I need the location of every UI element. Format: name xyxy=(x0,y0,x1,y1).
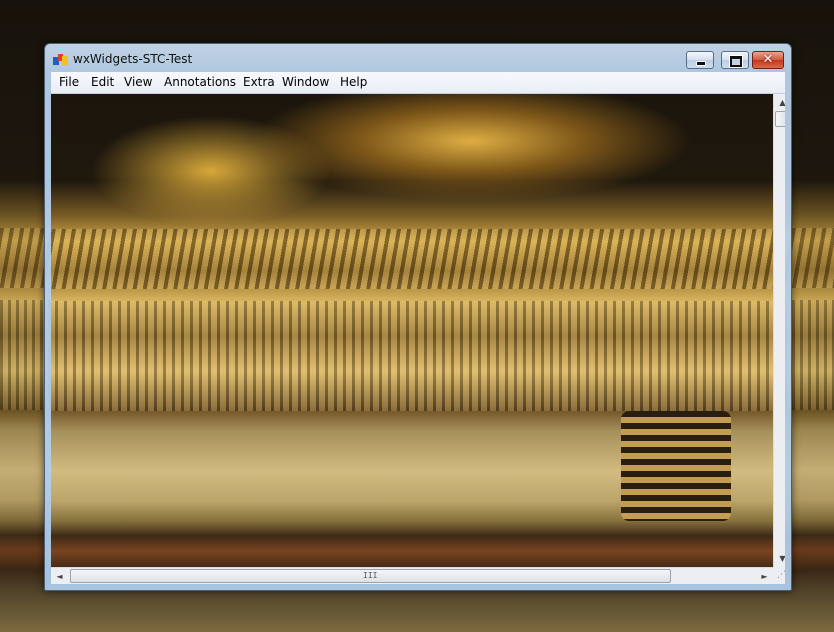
vertical-scrollbar[interactable]: ▲ ▼ xyxy=(773,94,785,567)
maximize-button[interactable] xyxy=(721,51,749,69)
horizontal-scrollbar[interactable]: ◄ III ► xyxy=(51,567,773,584)
minimize-button[interactable] xyxy=(686,51,714,69)
app-window: wxWidgets-STC-Test ✕ File Edit View Anno… xyxy=(44,43,792,591)
menu-view[interactable]: View xyxy=(123,74,153,91)
close-icon: ✕ xyxy=(762,52,774,67)
menu-bar: File Edit View Annotations Extra Window … xyxy=(51,72,785,94)
grip-icon: III xyxy=(363,571,378,580)
scroll-left-icon[interactable]: ◄ xyxy=(51,568,68,584)
size-grip-icon[interactable]: ⋰ xyxy=(773,567,785,584)
app-icon xyxy=(53,54,68,65)
menu-edit[interactable]: Edit xyxy=(90,74,115,91)
horizontal-scroll-thumb[interactable]: III xyxy=(70,569,671,583)
menu-annotations[interactable]: Annotations xyxy=(163,74,237,91)
minimize-icon xyxy=(696,61,706,66)
scroll-down-icon[interactable]: ▼ xyxy=(774,550,785,567)
close-button[interactable]: ✕ xyxy=(752,51,784,69)
title-bar[interactable]: wxWidgets-STC-Test ✕ xyxy=(45,44,791,74)
menu-window[interactable]: Window xyxy=(281,74,330,91)
scroll-right-icon[interactable]: ► xyxy=(756,568,773,584)
scroll-up-icon[interactable]: ▲ xyxy=(774,94,785,111)
maximize-icon xyxy=(730,56,742,67)
window-title: wxWidgets-STC-Test xyxy=(73,52,193,66)
editor-ornament xyxy=(51,229,785,289)
editor-ribbing xyxy=(51,301,785,411)
menu-file[interactable]: File xyxy=(58,74,80,91)
editor-pillar xyxy=(621,411,731,521)
vertical-scroll-thumb[interactable] xyxy=(775,111,785,127)
menu-help[interactable]: Help xyxy=(339,74,368,91)
menu-extra[interactable]: Extra xyxy=(242,74,276,91)
editor-area[interactable]: ▲ ▼ ◄ III ► ⋰ xyxy=(51,94,785,584)
